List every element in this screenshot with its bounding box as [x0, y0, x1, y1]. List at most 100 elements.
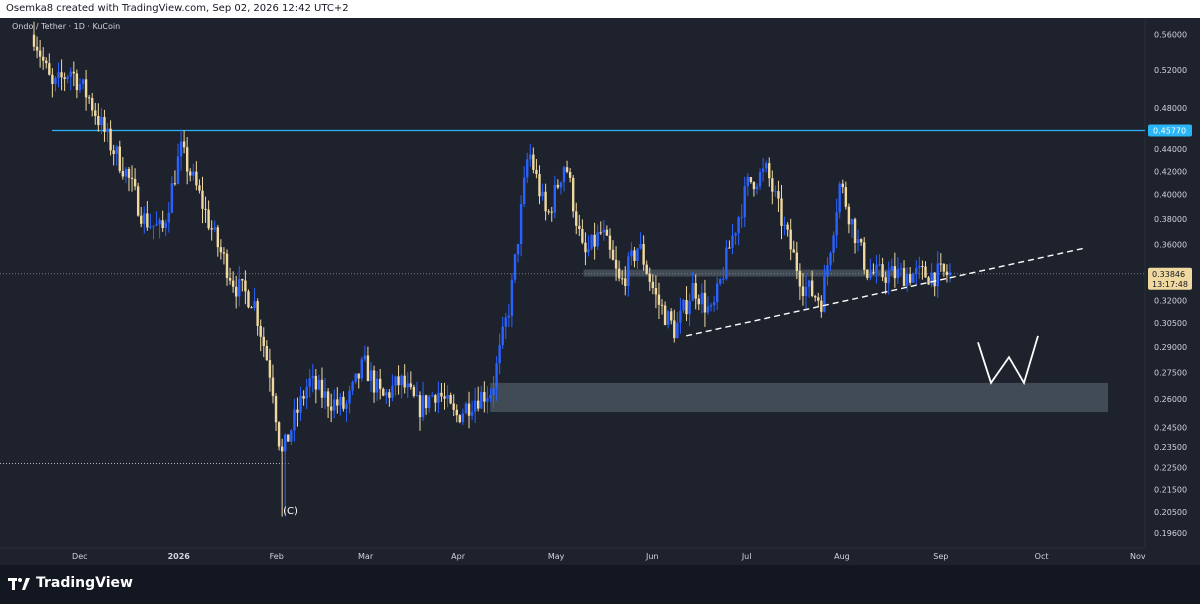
- candle-body: [596, 232, 599, 247]
- candle-body: [265, 345, 269, 361]
- candle-body: [847, 206, 851, 225]
- candle-body: [170, 183, 174, 213]
- candle-body: [179, 141, 183, 157]
- candle-body: [777, 191, 780, 199]
- price-axis[interactable]: [1145, 18, 1200, 565]
- candle-body: [856, 239, 860, 244]
- candle-body: [394, 376, 397, 386]
- candle-body: [866, 269, 869, 278]
- y-tick-label: 0.56000: [1154, 31, 1187, 40]
- candle-body: [397, 376, 400, 386]
- candle-body: [694, 283, 697, 299]
- candle-body: [801, 286, 805, 297]
- candle-body: [666, 311, 670, 325]
- candle-body: [617, 268, 621, 279]
- candle-body: [357, 373, 360, 379]
- candle-body: [35, 46, 39, 51]
- candle-body: [538, 173, 541, 197]
- candle-body: [893, 266, 897, 279]
- candle-body: [703, 292, 707, 313]
- candle-body: [366, 355, 370, 382]
- candle-body: [66, 76, 69, 80]
- x-tick-label: Aug: [834, 552, 850, 561]
- candle-body: [568, 171, 572, 178]
- candle-body: [225, 253, 229, 278]
- candle-body: [75, 73, 79, 91]
- candle-body: [403, 375, 406, 388]
- candle-body: [274, 396, 278, 423]
- candle-body: [155, 224, 158, 226]
- candle-body: [881, 264, 884, 278]
- candle-body: [795, 252, 799, 272]
- candle-body: [887, 271, 890, 283]
- candle-body: [590, 234, 593, 249]
- x-tick-label: Mar: [358, 552, 374, 561]
- candle-body: [185, 147, 189, 172]
- candle-body: [112, 150, 115, 154]
- candle-body: [780, 198, 783, 226]
- candle-body: [902, 268, 906, 287]
- candle-body: [467, 403, 471, 416]
- candle-body: [489, 395, 492, 399]
- candle-body: [483, 391, 486, 402]
- candle-body: [884, 277, 887, 283]
- candle-body: [948, 272, 952, 276]
- candle-body: [832, 235, 835, 253]
- candle-body: [639, 244, 642, 249]
- x-tick-label: Jul: [741, 552, 752, 561]
- candle-body: [731, 235, 734, 248]
- candle-body: [715, 283, 719, 303]
- candle-body: [406, 383, 409, 388]
- candle-body: [360, 359, 363, 379]
- candle-body: [464, 403, 468, 414]
- candle-body: [455, 409, 458, 416]
- attribution-bar: Osemka8 created with TradingView.com, Se…: [0, 0, 1200, 18]
- candle-body: [97, 116, 100, 126]
- candle-body: [69, 71, 72, 77]
- candle-body: [57, 72, 60, 79]
- x-tick-label: Dec: [72, 552, 87, 561]
- candle-body: [100, 116, 103, 126]
- candle-body: [547, 211, 550, 213]
- candle-body: [915, 268, 918, 274]
- wave-c-label: (C): [283, 506, 298, 517]
- candle-body: [146, 213, 149, 228]
- candle-body: [608, 235, 612, 250]
- candle-body: [587, 248, 590, 253]
- support-zone[interactable]: [490, 382, 1109, 413]
- tradingview-logo[interactable]: TradingView: [8, 575, 133, 591]
- candle-body: [507, 315, 511, 318]
- candle-body: [280, 446, 284, 452]
- candle-body: [749, 176, 753, 183]
- candle-body: [253, 301, 256, 308]
- candle-body: [519, 204, 523, 244]
- candle-body: [54, 78, 57, 85]
- candle-body: [323, 391, 327, 398]
- candle-body: [522, 177, 526, 205]
- candle-body: [728, 247, 731, 249]
- x-tick-label: May: [548, 552, 565, 561]
- candle-body: [841, 183, 844, 188]
- candle-body: [480, 391, 483, 409]
- candle-body: [553, 184, 557, 213]
- x-tick-label: Jun: [645, 552, 659, 561]
- y-tick-label: 0.22500: [1154, 464, 1187, 473]
- support-zone[interactable]: [583, 269, 900, 277]
- candle-body: [45, 60, 48, 64]
- candle-body: [783, 224, 786, 226]
- candle-body: [173, 183, 177, 185]
- price-chart[interactable]: 0.56000 0.52000 0.48000 0.44000 0.42000 0.400…: [0, 18, 1200, 565]
- candle-body: [461, 413, 465, 423]
- candle-body: [109, 128, 112, 151]
- candle-body: [124, 168, 128, 177]
- candle-body: [443, 396, 446, 399]
- candle-body: [38, 50, 42, 57]
- candle-body: [431, 395, 434, 397]
- candle-body: [452, 403, 455, 410]
- candle-body: [250, 307, 253, 309]
- candle-body: [556, 184, 560, 188]
- candle-body: [621, 278, 624, 280]
- candle-body: [198, 185, 201, 191]
- candle-body: [679, 310, 682, 323]
- candle-body: [921, 266, 924, 268]
